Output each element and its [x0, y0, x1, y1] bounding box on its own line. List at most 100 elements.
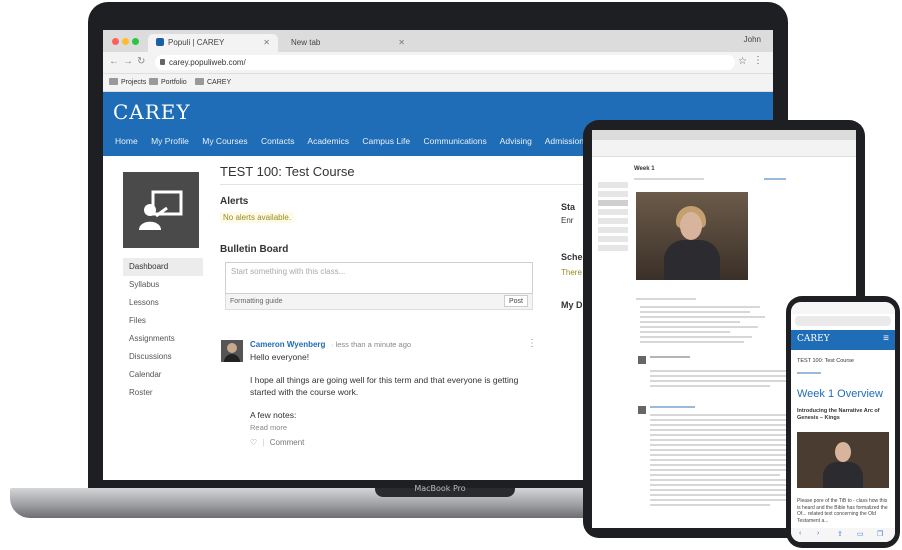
avatar[interactable] — [221, 340, 243, 362]
reload-icon[interactable]: ↻ — [137, 56, 145, 67]
sidebar-item-roster[interactable]: Roster — [123, 384, 203, 402]
alerts-heading: Alerts — [220, 196, 249, 207]
bookmark-projects[interactable]: Projects — [109, 74, 146, 92]
bulletin-heading: Bulletin Board — [220, 244, 289, 255]
tablet-sidebar-item[interactable] — [598, 245, 628, 251]
post-actions: ♡ | Comment — [250, 438, 304, 447]
phone-address-bar[interactable] — [795, 316, 891, 326]
phone-header: CAREY ≡ — [791, 330, 895, 350]
avatar[interactable] — [638, 406, 646, 414]
share-icon[interactable]: ⇪ — [837, 530, 843, 538]
browser-user[interactable]: John — [744, 35, 761, 44]
nav-admissions[interactable]: Admissions — [545, 136, 588, 146]
browser-address-bar: ← → ↻ carey.populiweb.com/ ☆ ⋮ — [103, 52, 773, 74]
bookmark-carey[interactable]: CAREY — [195, 74, 231, 92]
bookmark-portfolio[interactable]: Portfolio — [149, 74, 187, 92]
tablet-sidebar-item[interactable] — [598, 236, 628, 242]
nav-home[interactable]: Home — [115, 136, 138, 146]
sidebar-item-dashboard[interactable]: Dashboard — [123, 258, 203, 276]
carey-logo[interactable]: CAREY — [113, 100, 191, 124]
tablet-video[interactable] — [636, 192, 748, 280]
video-person-head — [680, 212, 702, 240]
browser-tab-new[interactable]: New tab ✕ — [283, 34, 413, 52]
nav-academics[interactable]: Academics — [307, 136, 349, 146]
tablet-sidebar-item[interactable] — [598, 209, 628, 215]
maximize-window-icon[interactable] — [132, 38, 139, 45]
right-col-my-heading: My D — [561, 300, 583, 310]
avatar[interactable] — [638, 356, 646, 364]
favicon-icon — [156, 38, 164, 46]
browser-tab-populi[interactable]: Populi | CAREY ✕ — [148, 34, 278, 52]
nav-contacts[interactable]: Contacts — [261, 136, 295, 146]
back-arrow-icon[interactable]: ← — [109, 56, 119, 67]
close-window-icon[interactable] — [112, 38, 119, 45]
sidebar-item-calendar[interactable]: Calendar — [123, 366, 203, 384]
video-person-head — [835, 442, 851, 462]
formatting-guide-link[interactable]: Formatting guide — [230, 298, 283, 305]
tabs-icon[interactable]: ❐ — [877, 530, 883, 538]
forward-arrow-icon[interactable]: → — [123, 56, 133, 67]
course-sidebar: Dashboard Syllabus Lessons Files Assignm… — [123, 258, 203, 402]
sidebar-item-assignments[interactable]: Assignments — [123, 330, 203, 348]
browser-menu-icon[interactable]: ⋮ — [753, 55, 763, 66]
phone-intro-heading: Introducing the Narrative Arc of Genesis… — [797, 408, 880, 421]
tablet-sidebar-item[interactable] — [598, 227, 628, 233]
bookmarks-bar: Projects Portfolio CAREY — [103, 74, 773, 92]
close-tab-icon[interactable]: ✕ — [263, 34, 270, 52]
back-arrow-icon[interactable]: ‹ — [799, 530, 801, 537]
heart-icon[interactable]: ♡ — [250, 438, 257, 447]
url-input[interactable]: carey.populiweb.com/ — [155, 55, 735, 70]
read-more-link[interactable]: Read more — [250, 423, 287, 432]
post-author[interactable]: Cameron Wyenberg — [250, 340, 325, 349]
tablet-sidebar-item[interactable] — [598, 182, 628, 188]
nav-my-courses[interactable]: My Courses — [202, 136, 247, 146]
bookmark-star-icon[interactable]: ☆ — [738, 56, 747, 67]
post-timestamp: · less than a minute ago — [331, 340, 412, 349]
phone-body-text: Please pore of the TiB to - class how th… — [797, 498, 888, 524]
bulletin-input[interactable]: Start something with this class... — [225, 262, 533, 294]
carey-logo[interactable]: CAREY — [797, 334, 830, 344]
close-tab-icon[interactable]: ✕ — [398, 34, 405, 52]
sidebar-item-lessons[interactable]: Lessons — [123, 294, 203, 312]
nav-advising[interactable]: Advising — [500, 136, 532, 146]
tablet-week-title: Week 1 — [634, 166, 655, 172]
right-col-schedule-heading: Sche — [561, 252, 583, 262]
sidebar-item-syllabus[interactable]: Syllabus — [123, 276, 203, 294]
nav-my-profile[interactable]: My Profile — [151, 136, 189, 146]
phone-breadcrumb[interactable] — [797, 372, 821, 374]
right-col-enrollment: Enr — [561, 216, 574, 225]
phone-video[interactable] — [797, 432, 889, 488]
post-options-icon[interactable]: ⋮ — [527, 338, 537, 349]
nav-communications[interactable]: Communications — [423, 136, 486, 146]
post-button[interactable]: Post — [503, 295, 528, 307]
tablet-link-line[interactable] — [764, 178, 786, 180]
tablet-sidebar-item[interactable] — [598, 191, 628, 197]
tablet-address-bar[interactable] — [592, 140, 856, 149]
tablet-sidebar-item[interactable] — [598, 200, 628, 206]
laptop-brand-label: MacBook Pro — [414, 484, 466, 493]
presentation-icon — [139, 190, 183, 230]
post-greeting: Hello everyone! — [250, 352, 310, 362]
comment-link[interactable]: Comment — [270, 438, 305, 447]
tablet-sidebar-item[interactable] — [598, 218, 628, 224]
sidebar-item-discussions[interactable]: Discussions — [123, 348, 203, 366]
tab-label: New tab — [291, 38, 321, 47]
bookmarks-icon[interactable]: ▭ — [857, 530, 864, 538]
sidebar-item-files[interactable]: Files — [123, 312, 203, 330]
post-body: I hope all things are going well for thi… — [250, 375, 519, 397]
course-image — [123, 172, 199, 248]
forward-arrow-icon[interactable]: › — [817, 530, 819, 537]
post-notes: A few notes: — [250, 410, 297, 420]
phone-screen: CAREY ≡ TEST 100: Test Course Week 1 Ove… — [791, 302, 895, 542]
tablet-tab-bar — [592, 130, 856, 140]
browser-tab-bar: Populi | CAREY ✕ New tab ✕ John — [103, 30, 773, 52]
video-person-body — [823, 462, 863, 488]
minimize-window-icon[interactable] — [122, 38, 129, 45]
lock-icon — [160, 59, 165, 65]
right-col-status-heading: Sta — [561, 202, 576, 212]
hamburger-menu-icon[interactable]: ≡ — [883, 333, 889, 344]
site-nav: Home My Profile My Courses Contacts Acad… — [115, 136, 599, 146]
phone-status-bar — [791, 302, 895, 314]
nav-campus-life[interactable]: Campus Life — [362, 136, 410, 146]
tablet-bookmarks-bar — [592, 149, 856, 157]
